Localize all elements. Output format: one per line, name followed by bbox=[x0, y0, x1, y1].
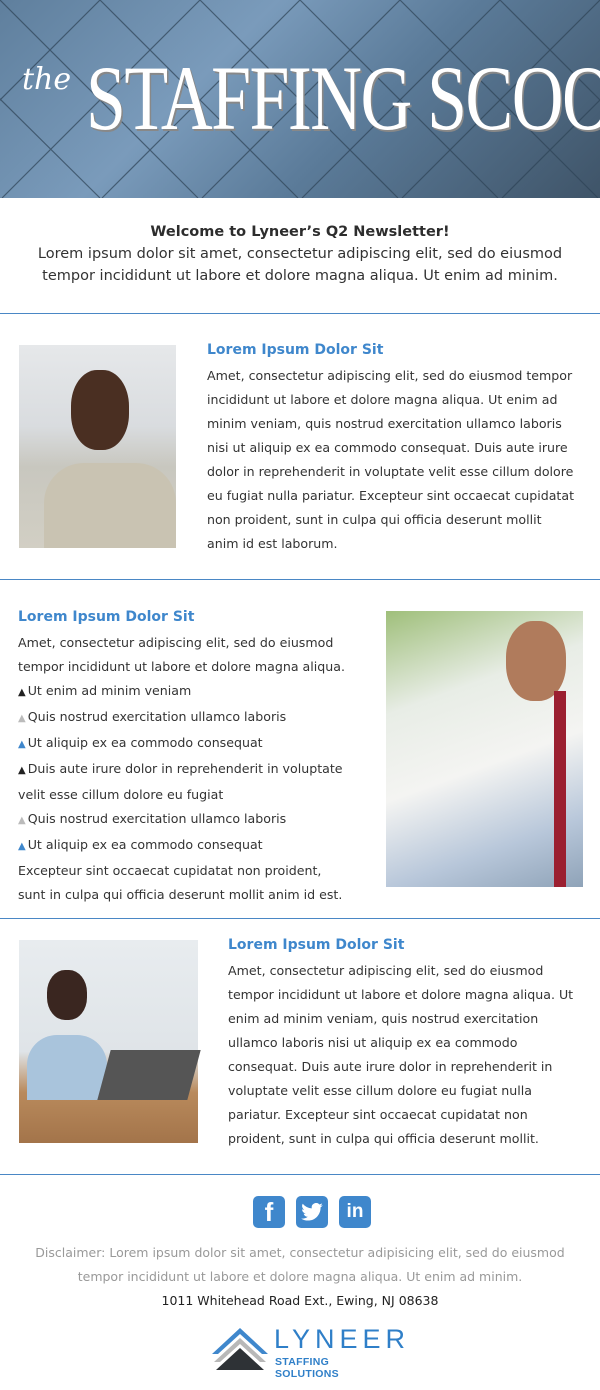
text-line: proident, sunt in culpa qui officia dese… bbox=[228, 1131, 539, 1146]
twitter-icon[interactable] bbox=[296, 1196, 328, 1228]
triangle-bullet-icon: ▲ bbox=[18, 765, 26, 776]
section-1-text: Lorem Ipsum Dolor Sit Amet, consectetur … bbox=[207, 340, 592, 556]
text-line: voluptate velit esse cillum dolore eu fu… bbox=[228, 1083, 532, 1098]
text-line: velit esse cillum dolore eu fugiat bbox=[18, 787, 224, 802]
logo-subtitle: STAFFING SOLUTIONS bbox=[275, 1356, 339, 1380]
bullet-item: ▲ Duis aute irure dolor in reprehenderit … bbox=[18, 757, 378, 783]
social-links: f in bbox=[253, 1196, 371, 1228]
section-heading: Lorem Ipsum Dolor Sit bbox=[207, 342, 384, 358]
text-line: Excepteur sint occaecat cupidatat non pr… bbox=[18, 863, 322, 878]
section-3-text: Lorem Ipsum Dolor Sit Amet, consectetur … bbox=[228, 935, 593, 1151]
section-heading: Lorem Ipsum Dolor Sit bbox=[18, 609, 195, 625]
text-line: tempor incididunt ut labore et dolore ma… bbox=[228, 987, 574, 1002]
bullet-text: Quis nostrud exercitation ullamco labori… bbox=[27, 709, 287, 724]
text-line: non proident, sunt in culpa qui officia … bbox=[207, 512, 542, 527]
lyneer-logo[interactable]: LYNEER STAFFING SOLUTIONS bbox=[212, 1324, 405, 1380]
triangle-bullet-icon: ▲ bbox=[18, 841, 26, 852]
disclaimer-line: Disclaimer: Lorem ipsum dolor sit amet, … bbox=[35, 1245, 565, 1260]
bullet-text: Ut aliquip ex ea commodo consequat bbox=[27, 837, 263, 852]
bullet-item: ▲ Ut aliquip ex ea commodo consequat bbox=[18, 731, 378, 757]
divider bbox=[0, 918, 600, 919]
section-2-text: Lorem Ipsum Dolor Sit Amet, consectetur … bbox=[18, 607, 378, 907]
disclaimer-line: tempor incididunt ut labore et dolore ma… bbox=[77, 1269, 523, 1284]
bullet-item: ▲ Ut enim ad minim veniam bbox=[18, 679, 378, 705]
divider bbox=[0, 1174, 600, 1175]
bullet-text: Quis nostrud exercitation ullamco labori… bbox=[27, 811, 287, 826]
photo-smiling-man bbox=[19, 345, 176, 548]
text-line: enim ad minim veniam, quis nostrud exerc… bbox=[228, 1011, 539, 1026]
triangle-bullet-icon: ▲ bbox=[18, 687, 26, 698]
bullet-item: ▲ Quis nostrud exercitation ullamco labor… bbox=[18, 705, 378, 731]
text-line: tempor incididunt ut labore et dolore ma… bbox=[18, 659, 345, 674]
intro: Welcome to Lyneer’s Q2 Newsletter! Lorem… bbox=[0, 222, 600, 287]
divider bbox=[0, 579, 600, 580]
banner-the: the bbox=[22, 62, 72, 97]
text-line: dolor in reprehenderit in voluptate veli… bbox=[207, 464, 574, 479]
disclaimer: Disclaimer: Lorem ipsum dolor sit amet, … bbox=[0, 1241, 600, 1289]
bullet-text: Duis aute irure dolor in reprehenderit i… bbox=[27, 761, 343, 776]
bullet-item: ▲ Ut aliquip ex ea commodo consequat bbox=[18, 833, 378, 859]
bullet-text: Ut enim ad minim veniam bbox=[27, 683, 192, 698]
text-line: Amet, consectetur adipiscing elit, sed d… bbox=[228, 963, 544, 978]
text-line: anim id est laborum. bbox=[207, 536, 338, 551]
text-line: incididunt ut labore et dolore magna ali… bbox=[207, 392, 558, 407]
newsletter-banner: the STAFFING SCOOP bbox=[0, 0, 600, 198]
bullet-item: ▲ Quis nostrud exercitation ullamco labor… bbox=[18, 807, 378, 833]
bullet-text: Ut aliquip ex ea commodo consequat bbox=[27, 735, 263, 750]
triangle-bullet-icon: ▲ bbox=[18, 815, 26, 826]
logo-roof-icon bbox=[212, 1328, 268, 1370]
intro-line: Lorem ipsum dolor sit amet, consectetur … bbox=[37, 246, 563, 262]
divider bbox=[0, 313, 600, 314]
text-line: Amet, consectetur adipiscing elit, sed d… bbox=[207, 368, 573, 383]
text-line: consequat. Duis aute irure dolor in repr… bbox=[228, 1059, 553, 1074]
logo-name: LYNEER bbox=[274, 1324, 411, 1354]
photo-handshake bbox=[386, 611, 583, 887]
linkedin-icon[interactable]: in bbox=[339, 1196, 371, 1228]
triangle-bullet-icon: ▲ bbox=[18, 713, 26, 724]
intro-line: tempor incididunt ut labore et dolore ma… bbox=[42, 268, 558, 284]
text-line: eu fugiat nulla pariatur. Excepteur sint… bbox=[207, 488, 575, 503]
text-line: ullamco laboris nisi ut aliquip ex ea co… bbox=[228, 1035, 518, 1050]
facebook-icon[interactable]: f bbox=[253, 1196, 285, 1228]
text-line: pariatur. Excepteur sint occaecat cupida… bbox=[228, 1107, 528, 1122]
banner-title: STAFFING SCOOP bbox=[86, 47, 600, 149]
triangle-bullet-icon: ▲ bbox=[18, 739, 26, 750]
text-line: nisi ut aliquip ex ea commodo consequat.… bbox=[207, 440, 568, 455]
text-line: Amet, consectetur adipiscing elit, sed d… bbox=[18, 635, 334, 650]
text-line: sunt in culpa qui officia deserunt molli… bbox=[18, 887, 343, 902]
section-heading: Lorem Ipsum Dolor Sit bbox=[228, 937, 405, 953]
photo-woman-laptop bbox=[19, 940, 201, 1143]
text-line: minim veniam, quis nostrud exercitation … bbox=[207, 416, 562, 431]
intro-title: Welcome to Lyneer’s Q2 Newsletter! bbox=[150, 224, 450, 240]
address: 1011 Whitehead Road Ext., Ewing, NJ 0863… bbox=[161, 1293, 439, 1308]
